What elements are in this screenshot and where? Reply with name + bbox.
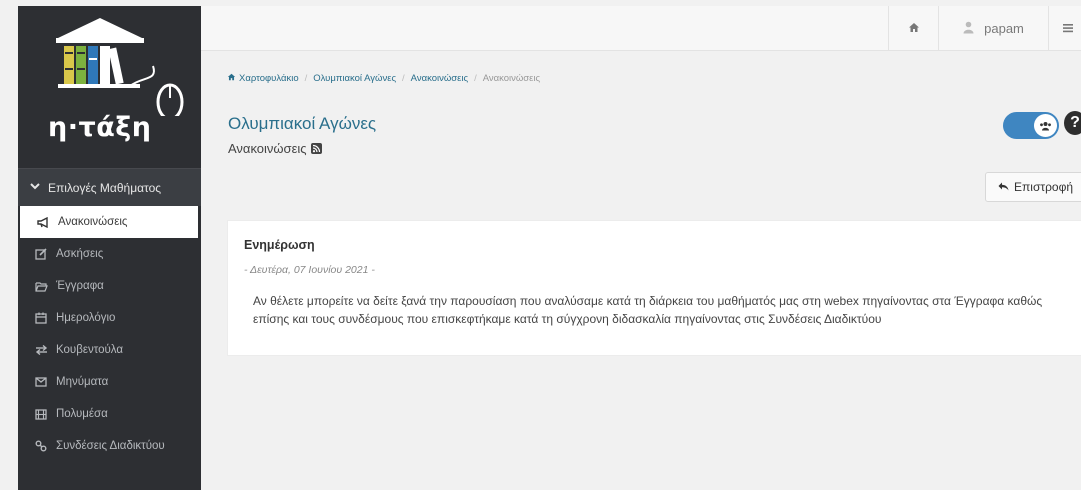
sidebar-item-label: Ασκήσεις — [56, 248, 104, 260]
user-icon — [963, 21, 974, 37]
breadcrumb-course[interactable]: Ολυμπιακοί Αγώνες — [313, 73, 396, 84]
sidebar-menu: Ανακοινώσεις Ασκήσεις Έγγραφα Ημερολόγιο… — [18, 206, 201, 462]
help-icon: ? — [1070, 114, 1080, 131]
menu-toggle-button[interactable] — [1048, 6, 1081, 51]
student-view-toggle[interactable] — [1003, 112, 1059, 139]
reply-icon — [998, 180, 1009, 194]
home-icon — [227, 73, 236, 84]
sidebar-item-messages[interactable]: Μηνύματα — [18, 366, 201, 398]
sidebar-item-label: Ανακοινώσεις — [58, 216, 128, 228]
user-menu[interactable]: papam — [938, 6, 1048, 51]
sidebar-item-label: Συνδέσεις Διαδικτύου — [56, 440, 165, 452]
chevron-down-icon — [30, 182, 40, 193]
breadcrumb-current: Ανακοινώσεις — [482, 73, 541, 84]
page-subtitle-text: Ανακοινώσεις — [228, 141, 307, 156]
sidebar-item-links[interactable]: Συνδέσεις Διαδικτύου — [18, 430, 201, 462]
film-icon — [32, 408, 50, 420]
announcement-date: - Δευτέρα, 07 Ιουνίου 2021 - — [244, 264, 375, 276]
sidebar-item-calendar[interactable]: Ημερολόγιο — [18, 302, 201, 334]
breadcrumb-announcements[interactable]: Ανακοινώσεις — [411, 73, 468, 84]
sidebar-item-label: Έγγραφα — [56, 280, 104, 292]
page-subtitle: Ανακοινώσεις — [228, 141, 322, 156]
page-title: Ολυμπιακοί Αγώνες — [228, 114, 377, 133]
back-button-label: Επιστροφή — [1014, 180, 1074, 194]
users-icon — [1034, 114, 1057, 137]
envelope-icon — [32, 377, 50, 387]
megaphone-icon — [34, 216, 52, 228]
breadcrumb: Χαρτοφυλάκιο / Ολυμπιακοί Αγώνες / Ανακο… — [227, 73, 540, 84]
breadcrumb-portfolio[interactable]: Χαρτοφυλάκιο — [239, 73, 299, 84]
announcement-body: Αν θέλετε μπορείτε να δείτε ξανά την παρ… — [253, 294, 1043, 326]
sidebar-item-label: Πολυμέσα — [56, 408, 108, 420]
sidebar-item-chat[interactable]: Κουβεντούλα — [18, 334, 201, 366]
sidebar-item-announcements[interactable]: Ανακοινώσεις — [20, 206, 198, 238]
breadcrumb-separator: / — [304, 73, 308, 84]
edit-icon — [32, 248, 50, 260]
calendar-icon — [32, 312, 50, 324]
home-button[interactable] — [888, 6, 938, 51]
sidebar: η·τάξη Επιλογές Μαθήματος Ανακοινώσεις Α… — [18, 6, 201, 490]
course-options-toggle[interactable]: Επιλογές Μαθήματος — [18, 168, 201, 206]
logo[interactable]: η·τάξη — [18, 6, 201, 166]
back-button[interactable]: Επιστροφή — [985, 172, 1081, 202]
help-button[interactable]: ? — [1064, 111, 1081, 135]
folder-open-icon — [32, 281, 50, 292]
link-icon — [32, 440, 50, 452]
bars-icon — [1063, 21, 1073, 36]
username: papam — [984, 21, 1024, 36]
announcement-title: Ενημέρωση — [244, 238, 315, 252]
sidebar-item-exercises[interactable]: Ασκήσεις — [18, 238, 201, 270]
sidebar-item-documents[interactable]: Έγγραφα — [18, 270, 201, 302]
rss-icon[interactable] — [310, 143, 322, 154]
course-options-label: Επιλογές Μαθήματος — [48, 180, 162, 195]
top-navbar: papam — [201, 6, 1081, 51]
logo-building-icon — [56, 18, 184, 116]
exchange-icon — [32, 345, 50, 355]
announcement-card: Ενημέρωση - Δευτέρα, 07 Ιουνίου 2021 - Α… — [227, 220, 1081, 356]
home-icon — [908, 21, 920, 36]
breadcrumb-separator: / — [402, 73, 405, 84]
sidebar-item-label: Κουβεντούλα — [56, 344, 123, 356]
logo-text: η·τάξη — [48, 112, 152, 143]
sidebar-item-label: Ημερολόγιο — [56, 312, 116, 324]
sidebar-item-multimedia[interactable]: Πολυμέσα — [18, 398, 201, 430]
breadcrumb-separator: / — [474, 73, 477, 84]
sidebar-item-label: Μηνύματα — [56, 376, 109, 388]
